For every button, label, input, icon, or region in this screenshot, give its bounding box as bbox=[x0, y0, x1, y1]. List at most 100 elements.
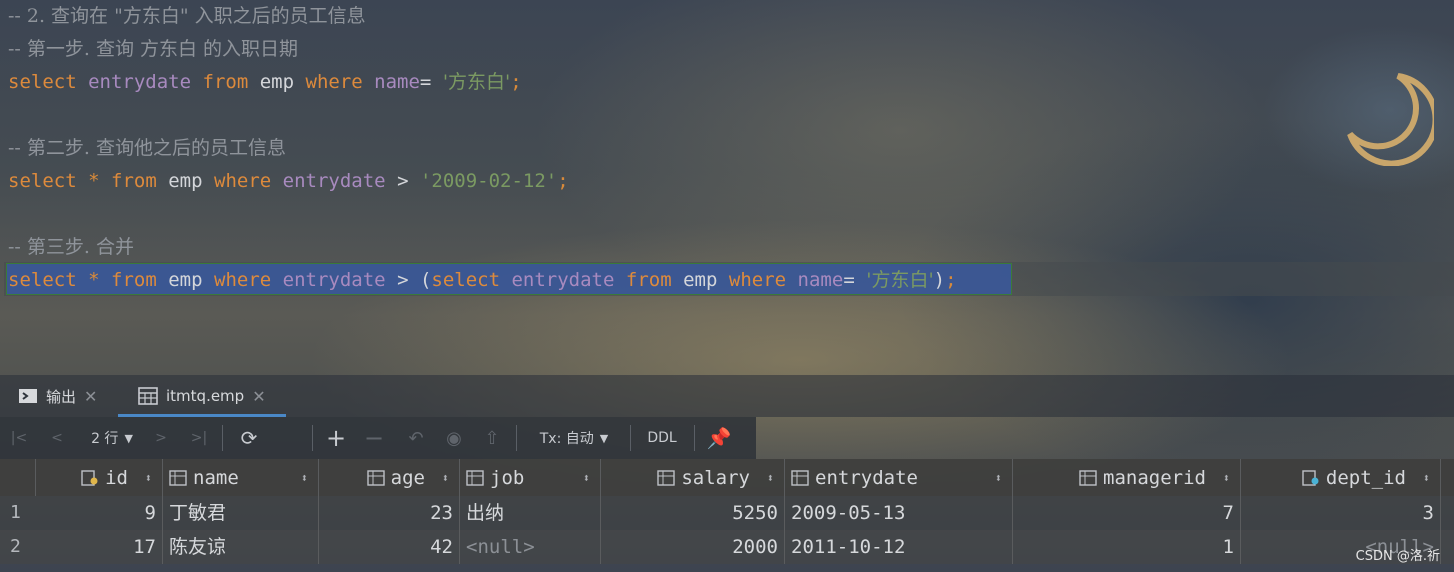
sql-keyword: from bbox=[202, 71, 249, 93]
refresh-icon[interactable]: ⟳ bbox=[234, 417, 264, 459]
code-line-5[interactable]: -- 第二步. 查询他之后的员工信息 bbox=[8, 134, 286, 162]
sql-string: '方东白' bbox=[442, 71, 511, 93]
add-row-icon[interactable]: + bbox=[322, 417, 350, 459]
code-line-2[interactable]: -- 第一步. 查询 方东白 的入职日期 bbox=[8, 35, 298, 63]
next-page-icon[interactable]: > bbox=[148, 417, 174, 459]
code-line-6[interactable]: select * from emp where entrydate > '200… bbox=[8, 167, 569, 195]
sort-icon[interactable]: ⬍ bbox=[442, 471, 449, 485]
cell-entrydate[interactable]: 2011-10-12 bbox=[785, 530, 1013, 564]
sort-icon[interactable]: ⬍ bbox=[145, 471, 152, 485]
cell-salary[interactable]: 5250 bbox=[601, 496, 785, 530]
column-icon bbox=[1079, 469, 1097, 486]
cell-entrydate[interactable]: 2009-05-13 bbox=[785, 496, 1013, 530]
chevron-down-icon: ▼ bbox=[599, 431, 609, 445]
sql-operator: = bbox=[419, 71, 432, 93]
code-line-9[interactable]: select * from emp where entrydate > (sel… bbox=[8, 266, 957, 294]
tx-mode-dropdown[interactable]: Tx: 自动 ▼ bbox=[528, 417, 620, 459]
preview-icon[interactable]: ◉ bbox=[440, 417, 468, 459]
ddl-button[interactable]: DDL bbox=[640, 417, 684, 459]
code-line-8[interactable]: -- 第三步. 合并 bbox=[8, 233, 134, 261]
cell-managerid[interactable]: 7 bbox=[1013, 496, 1241, 530]
column-header-age[interactable]: age ⬍ bbox=[319, 459, 460, 496]
sort-icon[interactable]: ⬍ bbox=[1423, 471, 1430, 485]
sort-icon[interactable]: ⬍ bbox=[301, 471, 308, 485]
cell-job[interactable]: <null> bbox=[460, 530, 601, 564]
sort-icon[interactable]: ⬍ bbox=[767, 471, 774, 485]
column-icon bbox=[791, 469, 809, 486]
column-header-managerid[interactable]: managerid ⬍ bbox=[1013, 459, 1241, 496]
tab-label: 输出 bbox=[46, 387, 77, 406]
sort-icon[interactable]: ⬍ bbox=[995, 471, 1002, 485]
column-header-job[interactable]: job ⬍ bbox=[460, 459, 601, 496]
cell-age[interactable]: 42 bbox=[319, 530, 460, 564]
column-header-id[interactable]: id ⬍ bbox=[36, 459, 163, 496]
tab-itmtq-emp[interactable]: itmtq.emp ✕ bbox=[118, 375, 286, 417]
revert-icon[interactable]: ↶ bbox=[402, 417, 430, 459]
console-icon bbox=[19, 389, 37, 403]
sql-keyword: where bbox=[305, 71, 363, 93]
sql-keyword: where bbox=[214, 269, 272, 291]
sort-icon[interactable]: ⬍ bbox=[583, 471, 590, 485]
chevron-down-icon: ▼ bbox=[124, 431, 133, 445]
toolbar-divider bbox=[312, 425, 313, 451]
rows-count-dropdown[interactable]: 2 行 ▼ bbox=[80, 417, 144, 459]
sql-semicolon: ; bbox=[510, 71, 522, 93]
sql-keyword: select bbox=[8, 71, 77, 93]
sort-icon[interactable]: ⬍ bbox=[1223, 471, 1230, 485]
sql-star: * bbox=[88, 170, 100, 192]
sql-keyword: where bbox=[214, 170, 272, 192]
cell-dept-id[interactable]: 3 bbox=[1241, 496, 1441, 530]
cell-salary[interactable]: 2000 bbox=[601, 530, 785, 564]
tab-output[interactable]: 输出 ✕ bbox=[18, 375, 108, 417]
pin-icon[interactable]: 📌 bbox=[704, 417, 734, 459]
first-page-icon[interactable]: |< bbox=[6, 417, 32, 459]
toolbar-divider bbox=[630, 425, 631, 451]
tx-mode-label: Tx: 自动 bbox=[539, 431, 594, 447]
table-row[interactable]: 2 17 陈友谅 42 <null> 2000 2011-10-12 1 <nu… bbox=[0, 530, 1454, 564]
rows-count-label: 2 行 bbox=[91, 431, 119, 447]
cell-name[interactable]: 陈友谅 bbox=[163, 530, 319, 564]
sql-column: entrydate bbox=[282, 170, 386, 192]
sql-table: emp bbox=[683, 269, 718, 291]
column-icon bbox=[657, 469, 676, 486]
row-number: 1 bbox=[10, 502, 21, 523]
header-row: id ⬍ name ⬍ age ⬍ job ⬍ salary ⬍ entryda… bbox=[0, 459, 1454, 496]
column-icon bbox=[366, 469, 385, 486]
prev-page-icon[interactable]: < bbox=[44, 417, 70, 459]
cell-job[interactable]: 出纳 bbox=[460, 496, 601, 530]
close-icon[interactable]: ✕ bbox=[84, 387, 97, 406]
toolbar-divider bbox=[694, 425, 695, 451]
submit-icon[interactable]: ⇧ bbox=[478, 417, 506, 459]
column-header-salary[interactable]: salary ⬍ bbox=[601, 459, 785, 496]
sql-semicolon: ; bbox=[945, 269, 957, 291]
cell-age[interactable]: 23 bbox=[319, 496, 460, 530]
sql-keyword: where bbox=[728, 269, 787, 291]
close-icon[interactable]: ✕ bbox=[252, 387, 265, 406]
sql-table: emp bbox=[168, 170, 203, 192]
sql-keyword: from bbox=[111, 269, 157, 291]
column-header-name[interactable]: name ⬍ bbox=[163, 459, 319, 496]
sql-editor[interactable]: -- 2. 查询在 "方东白" 入职之后的员工信息 -- 第一步. 查询 方东白… bbox=[0, 0, 1454, 375]
sql-column: name bbox=[797, 269, 844, 291]
row-number-header bbox=[0, 459, 36, 496]
column-header-dept-id[interactable]: dept_id ⬍ bbox=[1241, 459, 1441, 496]
results-grid: id ⬍ name ⬍ age ⬍ job ⬍ salary ⬍ entryda… bbox=[0, 459, 1454, 572]
code-line-1[interactable]: -- 2. 查询在 "方东白" 入职之后的员工信息 bbox=[8, 2, 366, 30]
column-header-entrydate[interactable]: entrydate ⬍ bbox=[785, 459, 1013, 496]
table-row[interactable]: 1 9 丁敏君 23 出纳 5250 2009-05-13 7 3 bbox=[0, 496, 1454, 530]
sql-keyword: select bbox=[431, 269, 501, 291]
cell-managerid[interactable]: 1 bbox=[1013, 530, 1241, 564]
cell-id[interactable]: 9 bbox=[36, 496, 163, 530]
code-line-3[interactable]: select entrydate from emp where name= '方… bbox=[8, 68, 522, 96]
cell-name[interactable]: 丁敏君 bbox=[163, 496, 319, 530]
cell-id[interactable]: 17 bbox=[36, 530, 163, 564]
row-number: 2 bbox=[10, 536, 21, 557]
sql-keyword: select bbox=[8, 170, 77, 192]
toolbar-divider bbox=[516, 425, 517, 451]
last-page-icon[interactable]: >| bbox=[186, 417, 212, 459]
results-panel: 输出 ✕ itmtq.emp ✕ |< < 2 行 ▼ > >| ⟳ + − ↶… bbox=[0, 375, 1454, 572]
toolbar-divider bbox=[222, 425, 223, 451]
delete-row-icon[interactable]: − bbox=[360, 417, 388, 459]
results-tabs: 输出 ✕ itmtq.emp ✕ bbox=[0, 375, 1454, 417]
sql-operator: > bbox=[397, 170, 409, 192]
